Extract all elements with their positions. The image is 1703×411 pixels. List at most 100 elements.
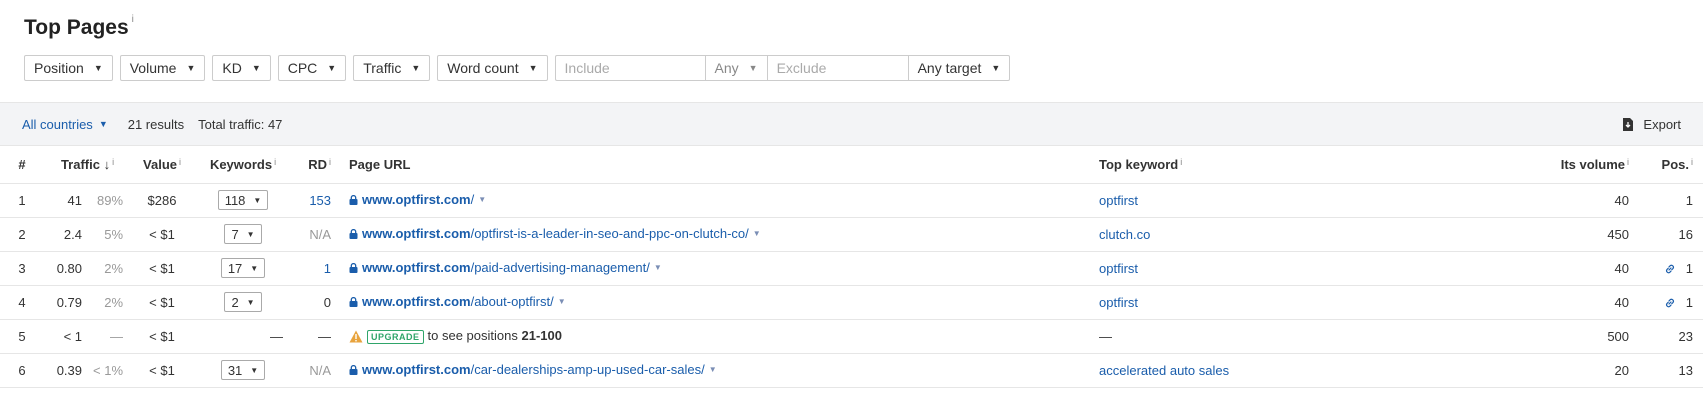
volume-filter-label: Volume (129, 60, 177, 76)
word-count-filter-button[interactable]: Word count ▼ (437, 55, 548, 81)
chevron-down-icon: ▼ (186, 63, 196, 73)
page-url-link[interactable]: www.optfirst.com/about-optfirst/ ▼ (349, 294, 566, 309)
col-traffic-header[interactable]: Traffic ↓ i (44, 146, 132, 184)
row-traffic-pct: 5% (88, 217, 132, 252)
countries-dropdown[interactable]: All countries ▼ (22, 117, 108, 132)
upgrade-button[interactable]: UPGRADE (367, 329, 424, 344)
info-icon[interactable]: i (112, 157, 114, 167)
chevron-down-icon[interactable]: ▼ (753, 229, 761, 238)
row-url-cell: www.optfirst.com/about-optfirst/ ▼ (339, 285, 1100, 320)
page-url-link[interactable]: www.optfirst.com / ▼ (349, 192, 486, 207)
keywords-count: 2 (231, 294, 239, 310)
row-value: $286 (131, 183, 194, 218)
link-icon[interactable] (1664, 263, 1676, 275)
url-domain: www.optfirst.com (362, 260, 471, 276)
keywords-dropdown[interactable]: 17 ▼ (220, 258, 266, 278)
export-label: Export (1643, 116, 1681, 132)
chevron-down-icon: ▼ (93, 63, 103, 73)
keywords-dropdown[interactable]: 31 ▼ (220, 360, 266, 380)
info-icon[interactable]: i (132, 14, 134, 25)
url-path: /paid-advertising-management/ (470, 260, 650, 276)
export-button[interactable]: Export (1622, 117, 1681, 132)
upgrade-range: 21-100 (521, 328, 562, 344)
row-keywords-cell: 7 ▼ (193, 217, 294, 252)
row-value: < $1 (131, 319, 194, 354)
row-top-keyword-link[interactable]: clutch.co (1099, 217, 1500, 252)
row-url-cell: www.optfirst.com/paid-advertising-manage… (339, 251, 1100, 286)
chevron-down-icon[interactable]: ▼ (478, 195, 486, 204)
row-pos: 23 (1639, 319, 1703, 354)
kd-filter-button[interactable]: KD ▼ (212, 55, 271, 81)
row-traffic: 0.39 (44, 353, 88, 388)
results-toolbar: All countries ▼ 21 results Total traffic… (0, 102, 1703, 146)
filter-bar: Position ▼ Volume ▼ KD ▼ CPC ▼ Traffic ▼ Word… (24, 55, 1679, 81)
results-count: 21 results (127, 116, 185, 132)
include-input[interactable]: Include (554, 55, 705, 81)
table-header-row: # Traffic ↓ i Value i Keywords i RD i Page U… (0, 146, 1703, 184)
col-keywords-header[interactable]: Keywords i (193, 146, 294, 184)
include-match-label: Any (714, 60, 739, 76)
traffic-filter-label: Traffic (363, 60, 402, 76)
upgrade-text: to see positions (427, 328, 518, 344)
row-keywords: — (193, 319, 294, 354)
col-pos-label: Pos. (1661, 156, 1690, 172)
col-top-keyword-header[interactable]: Top keyword i (1099, 146, 1500, 184)
row-num: 1 (0, 183, 44, 218)
lock-icon (349, 194, 358, 205)
chevron-down-icon[interactable]: ▼ (709, 365, 717, 374)
target-select[interactable]: Any target ▼ (907, 55, 1011, 81)
info-icon[interactable]: i (329, 157, 331, 167)
row-top-keyword-link[interactable]: accelerated auto sales (1099, 353, 1500, 388)
row-value: < $1 (131, 217, 194, 252)
page-url-link[interactable]: www.optfirst.com/paid-advertising-manage… (349, 260, 662, 275)
info-icon[interactable]: i (179, 157, 181, 167)
info-icon[interactable]: i (1691, 157, 1693, 167)
row-top-keyword-link[interactable]: optfirst (1099, 183, 1500, 218)
row-traffic-pct: 2% (88, 251, 132, 286)
keywords-count: 118 (224, 192, 246, 208)
col-volume-header[interactable]: Its volume i (1499, 146, 1640, 184)
lock-icon (349, 364, 358, 375)
col-num-header: # (0, 146, 44, 184)
keywords-dropdown[interactable]: 118 ▼ (217, 190, 269, 210)
row-pos: 1 (1685, 294, 1694, 310)
keywords-dropdown[interactable]: 2 ▼ (224, 292, 262, 312)
col-pos-header[interactable]: Pos. i (1639, 146, 1703, 184)
volume-filter-button[interactable]: Volume ▼ (119, 55, 206, 81)
chevron-down-icon: ▼ (98, 119, 108, 129)
cpc-filter-button[interactable]: CPC ▼ (277, 55, 347, 81)
chevron-down-icon: ▼ (253, 195, 262, 205)
link-icon[interactable] (1664, 297, 1676, 309)
row-traffic: 2.4 (44, 217, 88, 252)
row-rd-link[interactable]: 153 (293, 183, 340, 218)
chevron-down-icon[interactable]: ▼ (558, 297, 566, 306)
chevron-down-icon[interactable]: ▼ (654, 263, 662, 272)
row-value: < $1 (131, 285, 194, 320)
col-value-header[interactable]: Value i (131, 146, 194, 184)
info-icon[interactable]: i (1180, 157, 1182, 167)
info-icon[interactable]: i (1627, 157, 1629, 167)
row-num: 6 (0, 353, 44, 388)
row-top-keyword-link[interactable]: optfirst (1099, 251, 1500, 286)
info-icon[interactable]: i (274, 157, 276, 167)
row-volume: 20 (1499, 353, 1640, 388)
cpc-filter-label: CPC (287, 60, 318, 76)
row-top-keyword-link[interactable]: optfirst (1099, 285, 1500, 320)
table-row: 1 41 89% $286 118 ▼ 153 www.optfirst.com /… (0, 183, 1703, 218)
page-url-link[interactable]: www.optfirst.com/car-dealerships-amp-up-… (349, 362, 717, 377)
row-top-keyword: — (1099, 319, 1500, 354)
keywords-dropdown[interactable]: 7 ▼ (224, 224, 262, 244)
col-traffic-label: Traffic (60, 156, 100, 172)
chevron-down-icon: ▼ (250, 263, 259, 273)
traffic-filter-button[interactable]: Traffic ▼ (353, 55, 431, 81)
col-rd-header[interactable]: RD i (293, 146, 340, 184)
row-rd: N/A (293, 353, 340, 388)
col-top-keyword-label: Top keyword (1099, 156, 1179, 172)
exclude-input[interactable]: Exclude (767, 55, 908, 81)
page-url-link[interactable]: www.optfirst.com/optfirst-is-a-leader-in… (349, 226, 761, 241)
row-rd-link[interactable]: 1 (293, 251, 340, 286)
row-volume: 40 (1499, 285, 1640, 320)
include-match-select[interactable]: Any ▼ (704, 55, 768, 81)
row-num: 4 (0, 285, 44, 320)
position-filter-button[interactable]: Position ▼ (24, 55, 113, 81)
